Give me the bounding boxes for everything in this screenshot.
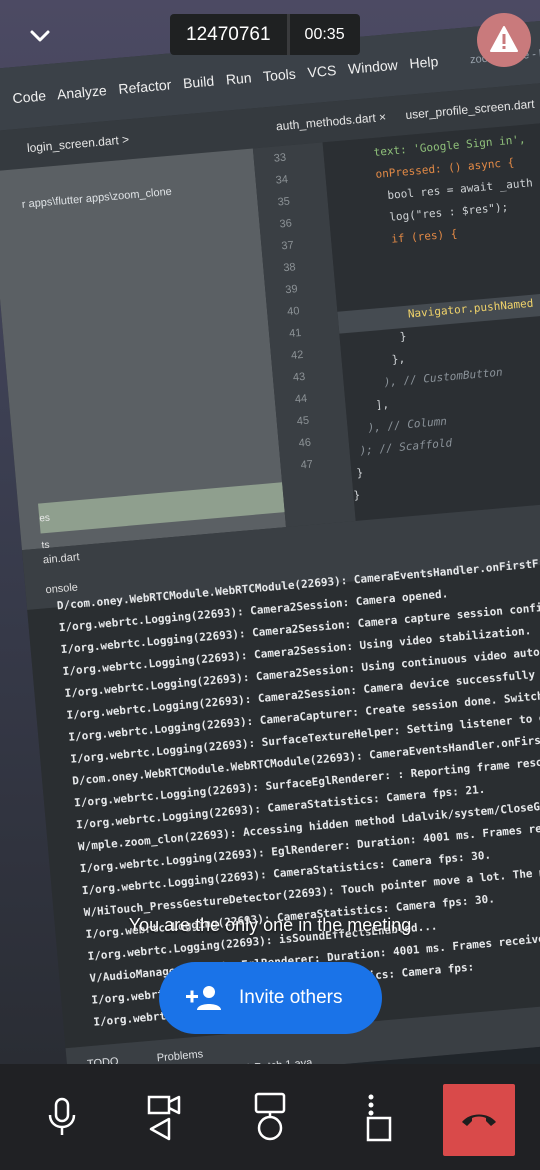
end-call-button[interactable] (443, 1084, 515, 1156)
more-button[interactable] (334, 1064, 424, 1170)
status-todo: TODO (86, 1055, 120, 1064)
add-person-icon (186, 986, 221, 1010)
menu-item: Run (225, 69, 253, 88)
warning-icon (490, 26, 518, 52)
code-line: } (399, 329, 408, 344)
line-number: 46 (298, 436, 312, 450)
line-number: 45 (296, 414, 310, 428)
meeting-info: 12470761 00:35 (170, 14, 360, 55)
share-screen-button[interactable] (225, 1064, 315, 1170)
line-number: 38 (282, 261, 297, 275)
invite-others-label: Invite others (239, 987, 343, 1008)
run-tab: ain.dart (42, 551, 81, 567)
alone-in-meeting-text: You are the only one in the meeting (128, 915, 412, 935)
code-line: onPressed: () async { (375, 155, 515, 181)
phone-hangup-icon (462, 1114, 496, 1126)
code-line: ); // Scaffold (359, 436, 453, 458)
video-button[interactable] (118, 1064, 208, 1170)
camera-icon (147, 1095, 181, 1141)
line-number: 42 (290, 348, 304, 362)
video-feed: Code Analyze Refactor Build Run Tools VC… (0, 0, 540, 1064)
microphone-icon (48, 1097, 76, 1135)
share-screen-icon (254, 1092, 286, 1141)
menu-item: Refactor (117, 76, 172, 97)
menu-item: Build (182, 72, 215, 92)
line-number: 33 (273, 151, 287, 165)
more-icon (366, 1094, 392, 1142)
meeting-id: 12470761 (170, 14, 287, 55)
code-line: log("res : $res"); (388, 200, 509, 224)
project-path: r apps\flutter apps\zoom_clone (21, 185, 173, 211)
menu-item: Tools (262, 65, 297, 85)
line-number: 35 (277, 195, 291, 209)
code-editor: text: 'Google Sign in', onPressed: () as… (322, 118, 540, 521)
meeting-duration: 00:35 (289, 14, 360, 55)
chevron-down-icon[interactable] (22, 18, 58, 54)
code-line: } (352, 488, 361, 503)
line-number: 37 (280, 239, 295, 253)
line-number: 36 (279, 217, 293, 231)
menu-item: VCS (306, 61, 337, 81)
line-number: 34 (275, 173, 289, 187)
code-line: } (356, 466, 364, 480)
code-line: }, (391, 352, 406, 367)
console-tab: onsole (45, 581, 79, 597)
selected-row (38, 482, 285, 534)
line-number: 43 (292, 370, 306, 384)
monitor-photo: Code Analyze Refactor Build Run Tools VC… (0, 14, 540, 1064)
line-number: 39 (284, 283, 299, 297)
code-line: text: 'Google Sign in', (373, 132, 527, 159)
menu-item: Help (408, 53, 439, 72)
code-line: if (res) { (390, 227, 458, 246)
menu-item: Window (347, 56, 399, 77)
call-controls (0, 1064, 540, 1170)
menu-item: Code (11, 87, 47, 107)
project-pane: r apps\flutter apps\zoom_clone es ts (0, 148, 287, 551)
line-number: 41 (288, 327, 302, 341)
line-number: 47 (300, 458, 314, 472)
code-line: ), // Column (367, 414, 448, 435)
invite-others-button[interactable]: Invite others (159, 962, 382, 1034)
menu-item: Analyze (56, 82, 108, 103)
code-line: ), // CustomButton (383, 365, 504, 389)
project-item: es (38, 512, 51, 525)
line-number: 44 (294, 392, 308, 406)
line-number: 40 (286, 305, 300, 319)
mute-button[interactable] (17, 1064, 107, 1170)
warning-button[interactable] (477, 13, 531, 67)
code-line: bool res = await _auth (386, 176, 534, 202)
code-line: ], (375, 397, 390, 412)
